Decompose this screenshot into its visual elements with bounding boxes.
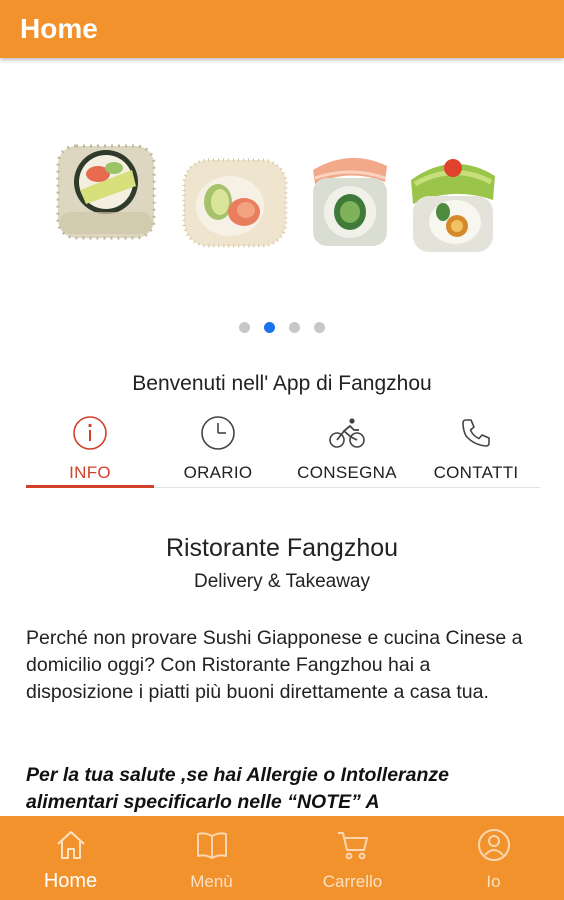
nav-menu[interactable]: Menù: [141, 816, 282, 900]
nav-label: Home: [43, 870, 98, 892]
nav-home[interactable]: Home: [0, 816, 141, 900]
phone-icon: [462, 419, 490, 447]
carousel-indicators: [0, 320, 564, 338]
tab-contatti[interactable]: CONTATTI: [412, 410, 540, 488]
app-bar: Home: [0, 0, 564, 58]
book-icon: [197, 832, 227, 859]
info-icon: [73, 416, 107, 450]
sushi-roll-image: [313, 157, 387, 246]
tab-consegna[interactable]: CONSEGNA: [283, 410, 411, 488]
bottom-navigation: Home Menù Carrello Io: [0, 816, 564, 900]
sushi-roll-image: [182, 158, 288, 248]
bicycle-icon: [329, 418, 365, 448]
carousel-dot[interactable]: [289, 322, 300, 333]
restaurant-description: Perché non provare Sushi Giapponese e cu…: [26, 627, 523, 703]
clock-icon: [201, 416, 235, 450]
restaurant-subtitle: Delivery & Takeaway: [193, 571, 370, 592]
home-icon: [57, 831, 85, 859]
tab-orario[interactable]: ORARIO: [154, 410, 282, 488]
carousel-dot[interactable]: [314, 322, 325, 333]
allergy-note: Per la tua salute ,se hai Allergie o Int…: [26, 764, 450, 813]
nav-profile[interactable]: Io: [423, 816, 564, 900]
carousel-dot-active[interactable]: [264, 322, 275, 333]
tab-label: CONTATTI: [433, 463, 519, 482]
app-screen: Home Benvenuti nell' App di Fangzhou INF…: [0, 0, 564, 900]
tab-label: INFO: [69, 463, 111, 482]
image-carousel[interactable]: [0, 58, 564, 348]
tab-label: CONSEGNA: [297, 463, 397, 482]
restaurant-name: Ristorante Fangzhou: [165, 534, 399, 562]
nav-label: Menù: [190, 872, 233, 891]
active-tab-indicator: [26, 485, 154, 488]
info-tabs: INFO ORARIO CONSEGNA CONTATTI: [26, 410, 540, 488]
sushi-roll-image: [411, 159, 495, 252]
page-title: Home: [20, 13, 98, 44]
nav-label: Io: [486, 872, 501, 891]
tab-info[interactable]: INFO: [26, 410, 154, 488]
welcome-text: Benvenuti nell' App di Fangzhou: [132, 372, 432, 395]
cart-icon: [338, 832, 368, 860]
sushi-roll-image: [56, 144, 156, 240]
nav-label: Carrello: [322, 872, 383, 891]
user-icon: [478, 829, 510, 861]
nav-cart[interactable]: Carrello: [282, 816, 423, 900]
carousel-dot[interactable]: [239, 322, 250, 333]
tab-label: ORARIO: [183, 463, 253, 482]
